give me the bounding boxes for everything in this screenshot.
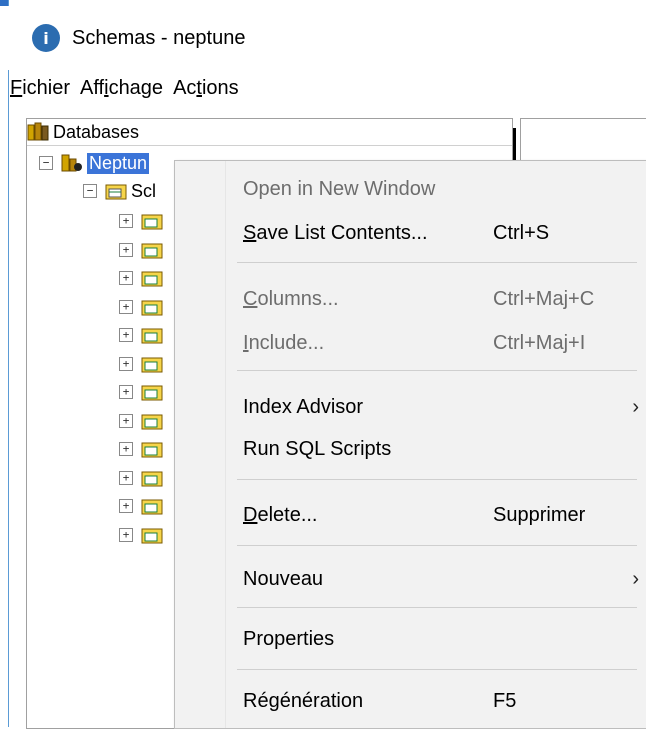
menu-affichage[interactable]: Affichage [78,77,165,100]
expand-icon[interactable]: + [119,299,133,314]
menu-shortcut: Ctrl+Maj+C [493,287,595,310]
folder-icon [141,357,163,372]
menu-item-label: Run SQL Scripts [243,437,392,460]
menu-separator [237,370,637,371]
tree-row-child[interactable]: + [119,321,167,349]
menu-fichier-label-rest: ichier [22,76,71,99]
tree-item-server-label[interactable]: Neptun [87,152,150,174]
tree-row-child[interactable]: + [119,293,167,321]
menu-item-label: Nouveau [243,567,324,590]
tree-row-child[interactable]: + [119,407,167,435]
tree-item-schemas-label[interactable]: Scl [131,181,156,202]
tree-row-schemas[interactable]: − Scl [83,177,156,205]
collapse-icon[interactable]: − [39,156,53,170]
expand-icon[interactable]: + [119,271,133,285]
menu-separator [237,479,637,480]
databases-icon [27,122,49,141]
tree-row-child[interactable]: + [119,350,167,378]
tree-row-child[interactable]: + [119,521,167,549]
menu-item-label: Index Advisor [243,395,364,418]
tree-row-child[interactable]: + [119,435,167,463]
menu-item-label: Save List Contents... [243,221,428,244]
menu-item-label: Régénération [243,689,364,712]
menu-run-sql-scripts[interactable]: Run SQL Scripts [243,429,639,469]
folder-icon [141,442,163,458]
expand-icon[interactable]: + [119,385,133,399]
menu-item-label: Open in New Window [243,177,436,200]
menu-nouveau[interactable]: Nouveau › [243,559,639,599]
menu-shortcut: Ctrl+Maj+I [493,331,586,354]
menu-bar: Fichier Affichage Actions [8,72,638,104]
tree-row-child[interactable]: + [119,264,167,292]
menu-separator [237,545,637,546]
menu-columns[interactable]: Columns... Ctrl+Maj+C [243,279,639,319]
menu-include[interactable]: Include... Ctrl+Maj+I [243,323,639,363]
expand-icon[interactable]: + [119,242,133,257]
expand-icon[interactable]: + [119,527,133,542]
menu-save-list-contents[interactable]: Save List Contents... Ctrl+S [243,213,639,253]
tree-row-child[interactable]: + [119,378,167,406]
folder-icon [141,300,163,315]
submenu-arrow-icon: › [632,567,639,590]
folder-icon [141,499,163,515]
folder-icon [141,243,163,258]
folder-icon [141,214,163,230]
folder-icon [141,414,163,429]
tree-row-child[interactable]: + [119,492,167,520]
menu-fichier[interactable]: Fichier [8,77,72,100]
folder-icon [105,184,127,200]
menu-separator [237,607,637,608]
folder-icon [141,271,163,287]
menu-separator [237,669,637,670]
expand-icon[interactable]: + [119,470,133,485]
panel-splitter[interactable] [513,128,516,160]
submenu-arrow-icon: › [632,395,639,418]
folder-icon [141,328,163,344]
window-title: Schemas - neptune [72,26,246,49]
expand-icon[interactable]: + [119,328,133,342]
menu-actions[interactable]: Actions [171,77,241,100]
expand-icon[interactable]: + [119,356,133,371]
context-menu: Open in New Window Save List Contents...… [174,160,646,729]
folder-icon [141,385,163,401]
tree-header: Databases [27,119,512,146]
tree-row-child[interactable]: + [119,464,167,492]
menu-delete[interactable]: Delete... Supprimer [243,495,639,535]
folder-icon [141,471,163,486]
menu-shortcut: F5 [493,689,517,712]
tree-root-label: Databases [53,121,140,142]
menu-open-in-new-window[interactable]: Open in New Window [243,169,639,209]
collapse-icon[interactable]: − [83,184,97,198]
menu-separator [237,262,637,263]
info-circle-icon: i [32,24,60,52]
title-bar: i Schemas - neptune [8,6,638,70]
menu-index-advisor[interactable]: Index Advisor › [243,387,639,427]
expand-icon[interactable]: + [119,499,133,513]
expand-icon[interactable]: + [119,442,133,456]
menu-shortcut: Supprimer [493,503,586,526]
folder-icon [141,528,163,543]
menu-shortcut: Ctrl+S [493,221,550,244]
expand-icon[interactable]: + [119,214,133,228]
server-icon [61,154,82,172]
menu-regeneration[interactable]: Régénération F5 [243,681,639,721]
menu-properties[interactable]: Properties [243,619,639,659]
menu-icon-gutter [175,161,226,728]
tree-row-child[interactable]: + [119,236,167,264]
tree-row-child[interactable]: + [119,207,167,235]
tree-row-server[interactable]: − Neptun [39,149,150,177]
expand-icon[interactable]: + [119,413,133,428]
menu-item-label: Properties [243,627,335,650]
